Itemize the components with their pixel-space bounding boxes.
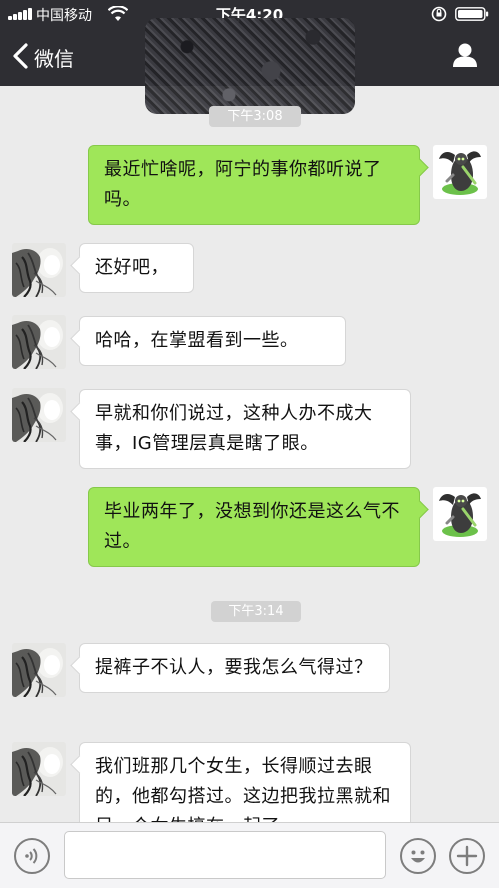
voice-icon (25, 848, 38, 864)
battery-icon (455, 7, 489, 21)
contact-avatar[interactable] (12, 315, 66, 369)
time-divider: 下午3:14 (211, 601, 301, 622)
message-input[interactable] (64, 831, 386, 879)
incoming-message[interactable]: 哈哈，在掌盟看到一些。 (79, 316, 346, 366)
nav-bar: 微信 (0, 18, 499, 114)
voice-button[interactable] (14, 838, 50, 874)
contact-avatar[interactable] (12, 742, 66, 796)
more-button[interactable] (449, 838, 485, 874)
incoming-message[interactable]: 还好吧， (79, 243, 194, 293)
header: 中国移动 下午4:20 微信 (0, 0, 499, 114)
contact-avatar[interactable] (12, 388, 66, 442)
contact-avatar[interactable] (12, 643, 66, 697)
incoming-message[interactable]: 提裤子不认人，要我怎么气得过？ (79, 643, 390, 693)
chevron-left-icon[interactable] (10, 42, 32, 70)
chat-area[interactable]: 下午3:08 最近忙啥呢，阿宁的事你都听说了吗。 还好吧， 哈哈，在掌盟看到一些… (0, 86, 499, 822)
smiley-icon (411, 850, 425, 863)
outgoing-message[interactable]: 毕业两年了，没想到你还是这么气不过。 (88, 487, 420, 567)
person-icon[interactable] (452, 42, 478, 68)
time-divider: 下午3:08 (209, 106, 301, 127)
back-button[interactable]: 微信 (34, 43, 74, 72)
orientation-lock-icon (431, 6, 447, 22)
incoming-message[interactable]: 我们班那几个女生，长得顺过去眼的，他都勾搭过。这边把我拉黑就和另一个女生搞在一起… (79, 742, 411, 822)
contact-avatar[interactable] (12, 243, 66, 297)
outgoing-message[interactable]: 最近忙啥呢，阿宁的事你都听说了吗。 (88, 145, 420, 225)
input-bar (0, 822, 499, 888)
my-avatar[interactable] (433, 487, 487, 541)
emoji-button[interactable] (400, 838, 436, 874)
incoming-message[interactable]: 早就和你们说过，这种人办不成大事，IG管理层真是瞎了眼。 (79, 389, 411, 469)
plus-icon (456, 845, 478, 867)
my-avatar[interactable] (433, 145, 487, 199)
